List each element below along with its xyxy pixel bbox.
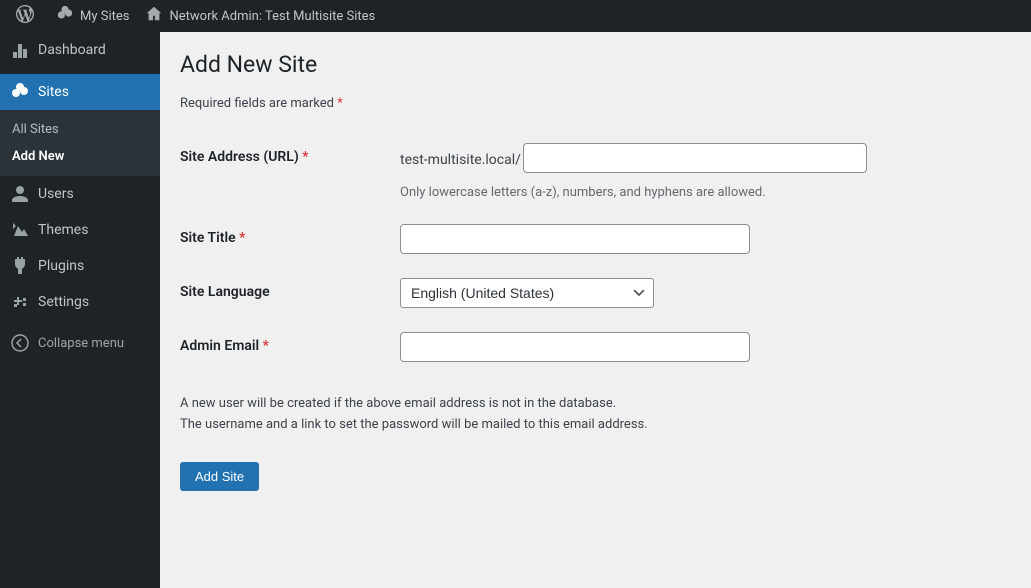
menu-sites[interactable]: Sites bbox=[0, 74, 160, 110]
email-note-2: The username and a link to set the passw… bbox=[180, 415, 1011, 436]
page-content: Add New Site Required fields are marked … bbox=[160, 32, 1031, 588]
sites-icon bbox=[10, 82, 30, 102]
submenu-add-new[interactable]: Add New bbox=[0, 143, 160, 170]
required-asterisk: * bbox=[302, 149, 308, 165]
label-admin-email-text: Admin Email bbox=[180, 338, 263, 354]
required-asterisk: * bbox=[337, 96, 343, 111]
address-description: Only lowercase letters (a-z), numbers, a… bbox=[400, 185, 1011, 200]
page-title: Add New Site bbox=[180, 42, 1011, 82]
site-title-input[interactable] bbox=[400, 224, 750, 254]
collapse-menu-label: Collapse menu bbox=[38, 336, 124, 351]
menu-users-label: Users bbox=[38, 186, 74, 202]
menu-themes-label: Themes bbox=[38, 222, 88, 238]
label-admin-email: Admin Email * bbox=[180, 332, 400, 354]
add-site-button[interactable]: Add Site bbox=[180, 462, 259, 491]
dashboard-icon bbox=[10, 40, 30, 60]
wordpress-icon bbox=[16, 5, 40, 27]
row-site-title: Site Title * bbox=[180, 212, 1011, 266]
submenu-all-sites[interactable]: All Sites bbox=[0, 116, 160, 143]
home-icon bbox=[145, 5, 169, 27]
field-admin-email bbox=[400, 332, 1011, 362]
label-site-language: Site Language bbox=[180, 278, 400, 300]
themes-icon bbox=[10, 220, 30, 240]
submenu-sites: All Sites Add New bbox=[0, 110, 160, 176]
row-admin-email: Admin Email * bbox=[180, 320, 1011, 374]
menu-dashboard[interactable]: Dashboard bbox=[0, 32, 160, 68]
admin-bar-my-sites[interactable]: My Sites bbox=[48, 0, 137, 32]
menu-settings-label: Settings bbox=[38, 294, 89, 310]
field-site-title bbox=[400, 224, 1011, 254]
label-site-address: Site Address (URL) * bbox=[180, 143, 400, 165]
field-site-language: English (United States) bbox=[400, 278, 1011, 308]
admin-sidebar: Dashboard Sites All Sites Add New Users … bbox=[0, 32, 160, 588]
required-asterisk: * bbox=[263, 338, 269, 354]
plugins-icon bbox=[10, 256, 30, 276]
collapse-icon bbox=[10, 333, 30, 353]
menu-dashboard-label: Dashboard bbox=[38, 42, 106, 58]
menu-sites-label: Sites bbox=[38, 84, 69, 100]
menu-settings[interactable]: Settings bbox=[0, 284, 160, 320]
email-notes: A new user will be created if the above … bbox=[180, 394, 1011, 436]
required-note-text: Required fields are marked bbox=[180, 96, 337, 111]
required-note: Required fields are marked * bbox=[180, 96, 1011, 111]
menu-themes[interactable]: Themes bbox=[0, 212, 160, 248]
menu-plugins-label: Plugins bbox=[38, 258, 84, 274]
admin-email-input[interactable] bbox=[400, 332, 750, 362]
collapse-menu[interactable]: Collapse menu bbox=[0, 325, 160, 361]
field-site-address: test-multisite.local/ Only lowercase let… bbox=[400, 143, 1011, 200]
row-site-language: Site Language English (United States) bbox=[180, 266, 1011, 320]
menu-users[interactable]: Users bbox=[0, 176, 160, 212]
admin-bar-network-label: Network Admin: Test Multisite Sites bbox=[169, 9, 375, 24]
users-icon bbox=[10, 184, 30, 204]
email-note-1: A new user will be created if the above … bbox=[180, 394, 1011, 415]
menu-plugins[interactable]: Plugins bbox=[0, 248, 160, 284]
site-address-input[interactable] bbox=[523, 143, 867, 173]
label-site-address-text: Site Address (URL) bbox=[180, 149, 302, 165]
site-language-select[interactable]: English (United States) bbox=[400, 278, 654, 308]
admin-bar-my-sites-label: My Sites bbox=[80, 9, 129, 24]
row-site-address: Site Address (URL) * test-multisite.loca… bbox=[180, 131, 1011, 212]
required-asterisk: * bbox=[239, 230, 245, 246]
label-site-title-text: Site Title bbox=[180, 230, 239, 246]
admin-bar-network-admin[interactable]: Network Admin: Test Multisite Sites bbox=[137, 0, 383, 32]
multisite-icon bbox=[56, 5, 80, 27]
settings-icon bbox=[10, 292, 30, 312]
form-table: Site Address (URL) * test-multisite.loca… bbox=[180, 131, 1011, 374]
address-prefix: test-multisite.local/ bbox=[400, 152, 521, 168]
admin-bar: My Sites Network Admin: Test Multisite S… bbox=[0, 0, 1031, 32]
label-site-title: Site Title * bbox=[180, 224, 400, 246]
wp-logo[interactable] bbox=[8, 0, 48, 32]
